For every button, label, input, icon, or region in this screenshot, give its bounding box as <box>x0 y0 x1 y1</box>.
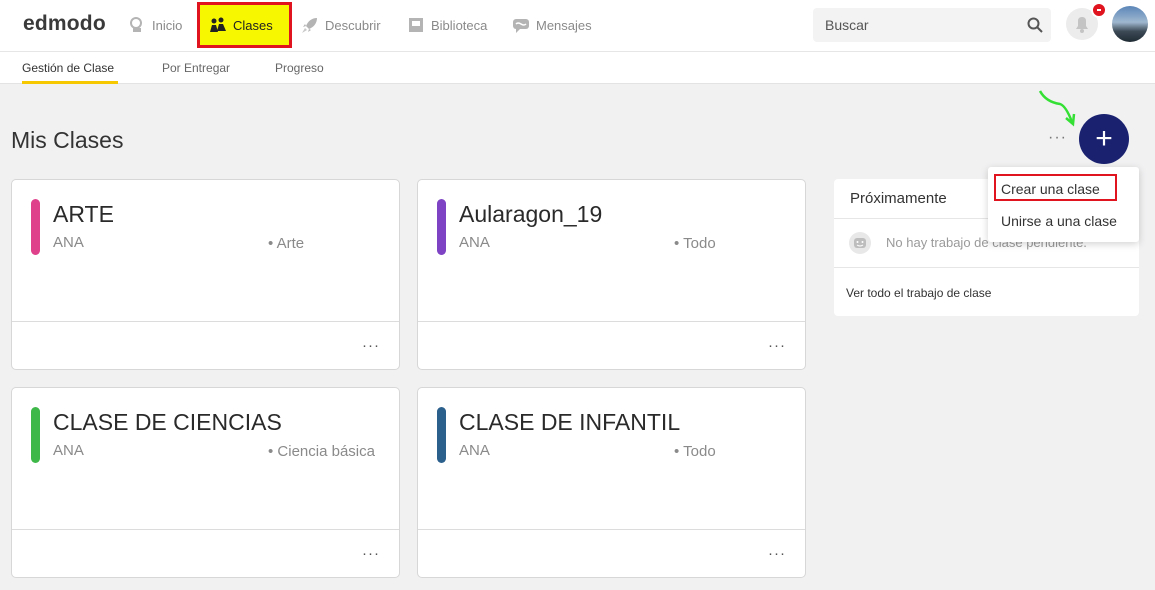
class-owner: ANA <box>53 442 84 459</box>
card-menu-button[interactable]: ··· <box>362 545 380 562</box>
class-card-arte[interactable]: ARTE ANA • Arte ··· <box>11 179 400 370</box>
top-navigation-bar: edmodo Inicio Clases Descubrir Bibliotec… <box>0 0 1155 52</box>
active-tab-underline <box>22 81 118 84</box>
class-subject: • Todo <box>674 443 716 460</box>
avatar[interactable] <box>1112 6 1148 42</box>
tab-gestion-de-clase[interactable]: Gestión de Clase <box>22 61 114 75</box>
search-icon[interactable] <box>1027 17 1043 33</box>
nav-label-inicio: Inicio <box>152 17 183 33</box>
class-owner: ANA <box>459 442 490 459</box>
search-box <box>813 8 1051 42</box>
card-menu-button[interactable]: ··· <box>768 545 786 562</box>
panel-divider <box>834 267 1139 268</box>
class-color-bar <box>437 199 446 255</box>
class-name[interactable]: CLASE DE INFANTIL <box>459 409 680 436</box>
classes-icon <box>210 17 226 32</box>
green-arrow-annotation <box>1038 90 1076 127</box>
card-menu-button[interactable]: ··· <box>362 337 380 354</box>
class-subject: • Todo <box>674 235 716 252</box>
library-icon <box>409 18 423 32</box>
menu-item-join-class[interactable]: Unirse a una clase <box>1001 213 1117 229</box>
class-card-infantil[interactable]: CLASE DE INFANTIL ANA • Todo ··· <box>417 387 806 578</box>
edmodo-logo[interactable]: edmodo <box>23 12 106 36</box>
nav-item-inicio[interactable]: Inicio <box>128 0 182 50</box>
sub-navigation-bar: Gestión de Clase Por Entregar Progreso <box>0 52 1155 84</box>
nav-label-mensajes: Mensajes <box>536 17 592 33</box>
menu-item-create-class[interactable]: Crear una clase <box>1001 181 1100 197</box>
card-divider <box>12 529 399 530</box>
class-owner: ANA <box>53 234 84 251</box>
card-divider <box>12 321 399 322</box>
class-name[interactable]: CLASE DE CIENCIAS <box>53 409 282 436</box>
card-menu-button[interactable]: ··· <box>768 337 786 354</box>
search-input[interactable] <box>813 8 1013 42</box>
nav-label-clases: Clases <box>233 17 273 33</box>
nav-label-descubrir: Descubrir <box>325 17 381 33</box>
add-class-dropdown: Crear una clase Unirse a una clase <box>988 167 1139 242</box>
class-name[interactable]: Aularagon_19 <box>459 201 602 228</box>
nav-item-descubrir[interactable]: Descubrir <box>301 0 381 50</box>
card-divider <box>418 529 805 530</box>
notification-badge <box>1091 2 1107 18</box>
class-subject: • Ciencia básica <box>268 443 375 460</box>
nav-item-mensajes[interactable]: Mensajes <box>512 0 592 50</box>
nav-item-biblioteca[interactable]: Biblioteca <box>407 0 487 50</box>
messages-icon <box>513 19 529 33</box>
smiley-icon <box>849 232 871 254</box>
class-color-bar <box>437 407 446 463</box>
class-owner: ANA <box>459 234 490 251</box>
view-all-work-link[interactable]: Ver todo el trabajo de clase <box>846 286 991 300</box>
class-name[interactable]: ARTE <box>53 201 114 228</box>
rocket-icon <box>302 18 317 33</box>
tab-por-entregar[interactable]: Por Entregar <box>162 61 230 75</box>
page-title: Mis Clases <box>11 127 124 153</box>
card-divider <box>418 321 805 322</box>
nav-label-biblioteca: Biblioteca <box>431 17 488 33</box>
class-color-bar <box>31 407 40 463</box>
class-color-bar <box>31 199 40 255</box>
class-card-aularagon[interactable]: Aularagon_19 ANA • Todo ··· <box>417 179 806 370</box>
home-icon <box>130 17 142 32</box>
nav-item-clases[interactable]: Clases <box>197 2 292 48</box>
add-class-button[interactable]: + <box>1079 114 1129 164</box>
class-card-ciencias[interactable]: CLASE DE CIENCIAS ANA • Ciencia básica ·… <box>11 387 400 578</box>
more-options-button[interactable]: ··· <box>1048 129 1067 147</box>
upcoming-title: Próximamente <box>850 190 947 207</box>
class-subject: • Arte <box>268 235 305 252</box>
tab-progreso[interactable]: Progreso <box>275 61 324 75</box>
